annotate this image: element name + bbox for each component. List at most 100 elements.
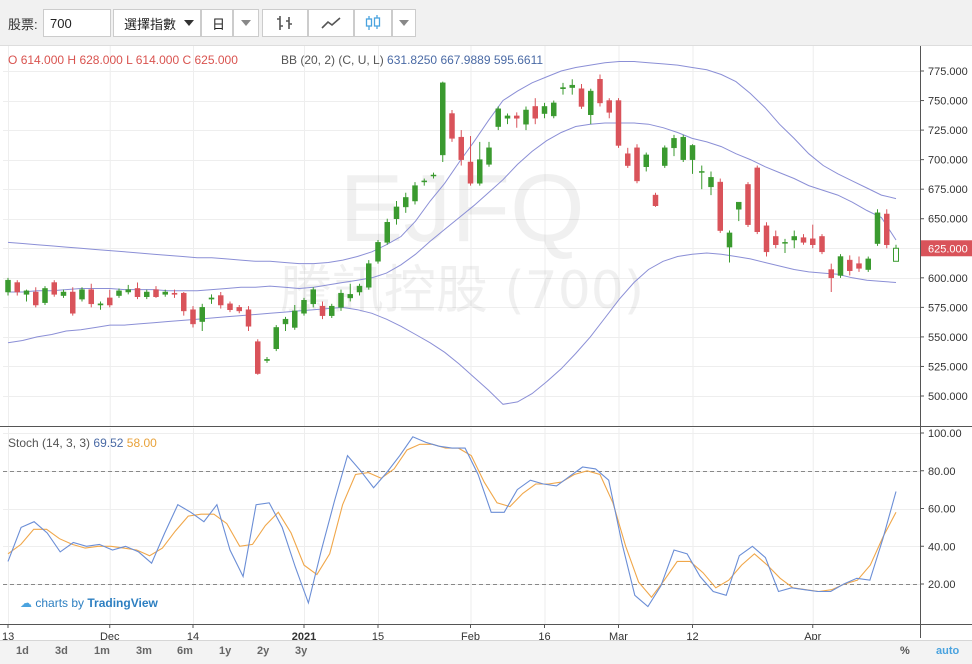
chart-type-dropdown-button[interactable] [392, 9, 416, 37]
candle-body [449, 113, 455, 139]
candle-body [615, 100, 622, 146]
candle-body [652, 194, 659, 206]
range-6m[interactable]: 6m [177, 645, 193, 657]
branding-name: TradingView [87, 596, 158, 610]
candle-body [88, 289, 94, 305]
candle-body [662, 147, 668, 166]
period-select[interactable]: 日 [201, 9, 233, 37]
candle-body [282, 318, 289, 325]
candle-body [23, 290, 30, 295]
range-3d[interactable]: 3d [55, 645, 68, 657]
range-1m[interactable]: 1m [94, 645, 110, 657]
candle-body [116, 290, 122, 296]
range-2y[interactable]: 2y [257, 645, 269, 657]
candle-body [384, 222, 390, 243]
stoch-y-tick-label: 20.00 [928, 579, 956, 591]
y-tick-label: 650.000 [928, 214, 968, 226]
y-tick-label: 700.000 [928, 155, 968, 167]
candle-body [181, 292, 187, 312]
candle-body [310, 289, 316, 305]
range-3y[interactable]: 3y [295, 645, 307, 657]
y-tick-label: 775.000 [928, 66, 968, 78]
stoch-d-value: 58.00 [126, 436, 157, 450]
candle-body [699, 171, 705, 173]
candle-body [541, 106, 548, 114]
candle-body [5, 279, 11, 293]
y-tick-label: 525.000 [928, 361, 968, 373]
legend-l-value: 614.000 [135, 53, 180, 67]
stoch-y-tick-label: 80.00 [928, 466, 956, 478]
candle-body [643, 154, 649, 167]
stoch-y-tick-label: 60.00 [928, 504, 956, 516]
candle-body [356, 285, 363, 293]
candle-body [754, 167, 760, 232]
candle-body [467, 161, 474, 184]
candle-body [97, 303, 104, 306]
candle-body [495, 108, 501, 127]
index-select[interactable]: 選擇指數 [113, 9, 201, 37]
branding-prefix: charts by [35, 596, 85, 610]
range-3m[interactable]: 3m [136, 645, 152, 657]
auto-scale-toggle[interactable]: auto [936, 645, 959, 657]
candle-body [847, 259, 853, 271]
candle-body [597, 79, 603, 104]
bar-chart-type-button[interactable] [262, 9, 308, 37]
candle-body [717, 181, 723, 231]
candle-body [514, 115, 520, 119]
y-tick-label: 750.000 [928, 96, 968, 108]
legend-c-label: C [182, 53, 192, 67]
candle-body [477, 159, 483, 184]
candle-body [884, 213, 890, 245]
candle-body [440, 82, 446, 156]
line-chart-icon [321, 17, 341, 29]
stoch-legend: Stoch (14, 3, 3) 69.52 58.00 [8, 436, 157, 450]
candle-body [458, 136, 464, 160]
candle-body [569, 84, 575, 88]
last-price-label: 625.000 [928, 243, 968, 255]
ohlc-legend: O 614.000 H 628.000 L 614.000 C 625.000 [8, 53, 238, 67]
candle-body [893, 247, 899, 262]
candle-body [236, 307, 242, 312]
period-select-label: 日 [212, 16, 226, 32]
y-tick-label: 725.000 [928, 125, 968, 137]
candle-body [773, 236, 779, 245]
candle-chart-type-button[interactable] [354, 9, 392, 37]
candle-body [504, 115, 511, 119]
period-dropdown-button[interactable] [233, 9, 259, 37]
candle-body [199, 307, 205, 322]
price-chart[interactable]: EJFQ騰訊控股 (700) 775.000750.000725.000700.… [0, 46, 972, 664]
range-1d[interactable]: 1d [16, 645, 29, 657]
chevron-down-icon [184, 20, 194, 26]
candle-body [856, 263, 862, 269]
candle-body [107, 297, 113, 306]
candle-body [393, 206, 400, 219]
candle-body [430, 174, 437, 177]
legend-h-label: H [67, 53, 77, 67]
bb-c-value: 631.8250 [387, 53, 438, 67]
index-select-label: 選擇指數 [124, 16, 177, 32]
tradingview-branding[interactable]: ☁ charts by TradingView [20, 596, 158, 610]
legend-h-value: 628.000 [79, 53, 123, 67]
cloud-icon: ☁ [20, 596, 32, 610]
candle-body [634, 147, 640, 182]
candle-body [865, 258, 871, 270]
y-tick-label: 500.000 [928, 391, 968, 403]
legend-l-label: L [126, 53, 133, 67]
candle-body [745, 184, 751, 225]
candle-body [403, 197, 409, 208]
candle-body [791, 236, 797, 241]
candle-body [144, 291, 150, 297]
candle-body [763, 225, 770, 253]
line-chart-type-button[interactable] [308, 9, 354, 37]
candle-body [551, 102, 557, 117]
candle-body [171, 292, 178, 295]
percent-scale-toggle[interactable]: % [900, 645, 910, 657]
candle-body [162, 291, 168, 295]
stock-input[interactable] [43, 9, 111, 37]
stock-label: 股票: [8, 17, 38, 32]
range-1y[interactable]: 1y [219, 645, 231, 657]
candle-body [218, 295, 224, 306]
candle-body [708, 177, 714, 188]
bb-u-value: 667.9889 [440, 53, 491, 67]
stoch-y-tick-label: 40.00 [928, 541, 956, 553]
